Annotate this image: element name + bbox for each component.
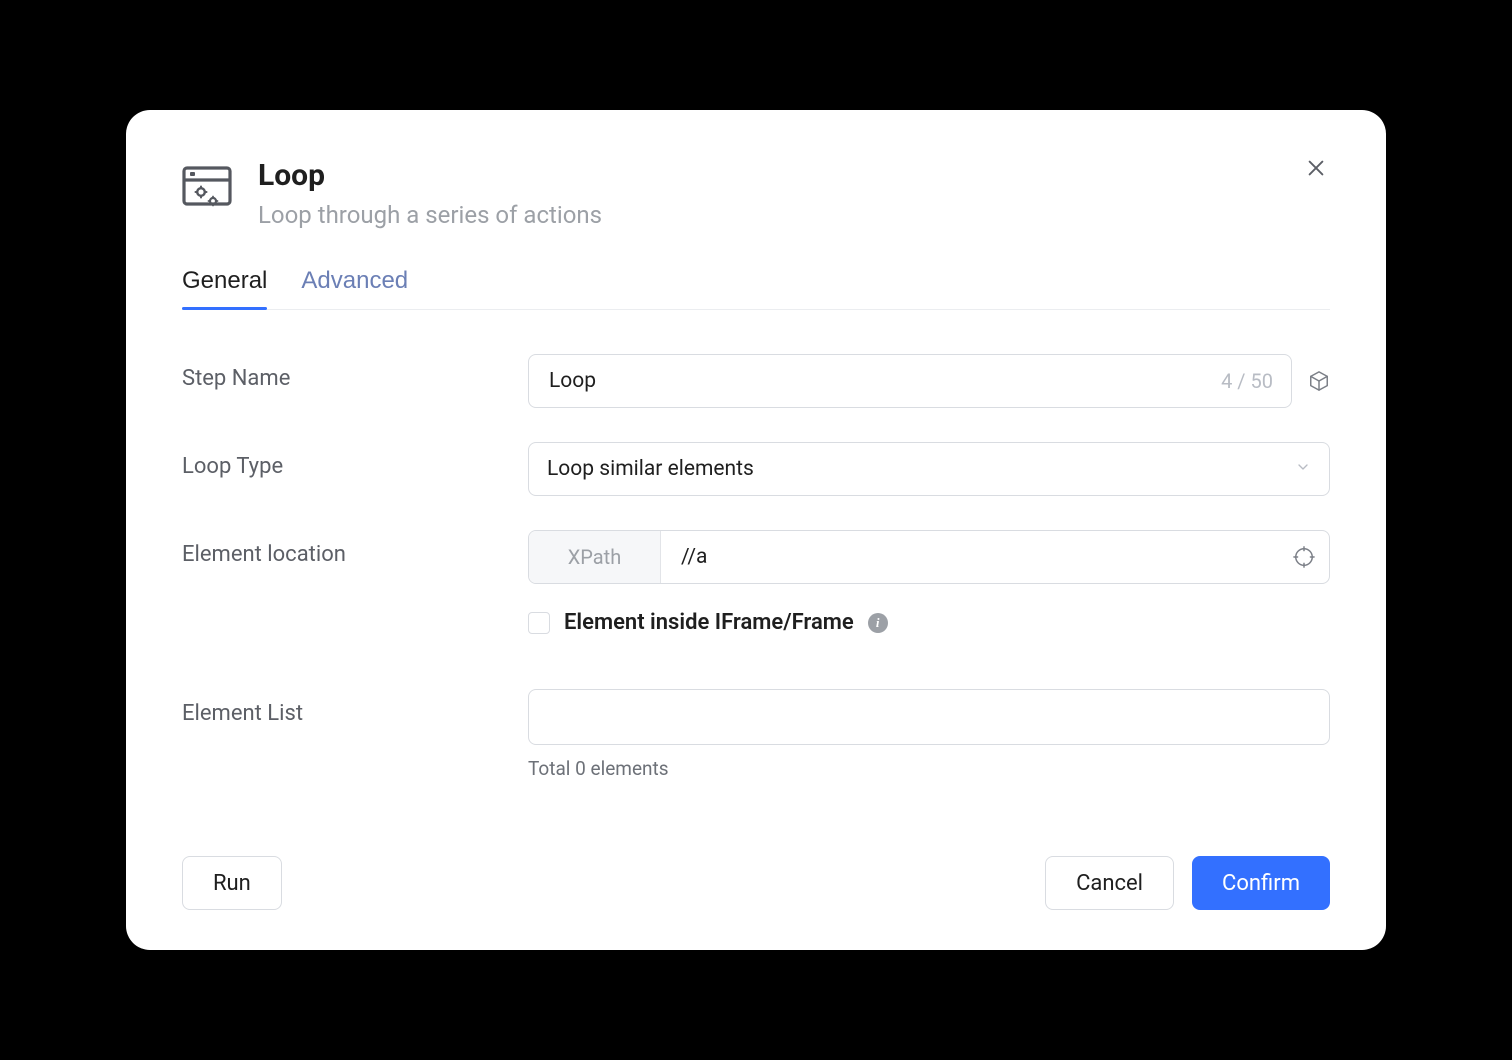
tab-advanced[interactable]: Advanced <box>301 267 408 309</box>
chevron-down-icon <box>1295 457 1311 481</box>
step-name-input-wrap: 4 / 50 <box>528 354 1292 408</box>
row-element-list: Element List <box>182 689 1330 745</box>
step-name-input[interactable] <box>547 368 1211 394</box>
row-step-name: Step Name 4 / 50 <box>182 354 1330 408</box>
iframe-checkbox-label: Element inside IFrame/Frame <box>564 610 854 635</box>
modal-header: Loop Loop through a series of actions <box>182 158 1330 231</box>
loop-modal: Loop Loop through a series of actions Ge… <box>126 110 1386 950</box>
element-list-helper: Total 0 elements <box>528 757 1330 780</box>
label-element-location: Element location <box>182 530 508 567</box>
label-loop-type: Loop Type <box>182 442 508 479</box>
element-list-input[interactable] <box>528 689 1330 745</box>
modal-subtitle: Loop through a series of actions <box>258 200 1330 231</box>
xpath-prefix[interactable]: XPath <box>529 531 661 583</box>
tab-general[interactable]: General <box>182 267 267 309</box>
row-element-location: Element location XPath <box>182 530 1330 584</box>
loop-type-select[interactable]: Loop similar elements <box>528 442 1330 496</box>
iframe-checkbox[interactable] <box>528 612 550 634</box>
modal-footer: Run Cancel Confirm <box>182 856 1330 910</box>
info-icon[interactable]: i <box>868 613 888 633</box>
tabs: General Advanced <box>182 267 1330 310</box>
loop-icon <box>182 164 232 212</box>
label-element-list: Element List <box>182 689 508 726</box>
element-location-input[interactable] <box>679 544 1283 570</box>
close-button[interactable] <box>1302 154 1330 182</box>
target-icon[interactable] <box>1293 546 1315 568</box>
close-icon <box>1305 157 1327 179</box>
step-name-char-count: 4 / 50 <box>1221 369 1273 393</box>
form-body: Step Name 4 / 50 Loop Type <box>182 354 1330 780</box>
cancel-button[interactable]: Cancel <box>1045 856 1174 910</box>
loop-type-value: Loop similar elements <box>547 457 754 481</box>
run-button[interactable]: Run <box>182 856 282 910</box>
confirm-button[interactable]: Confirm <box>1192 856 1330 910</box>
label-step-name: Step Name <box>182 354 508 391</box>
row-loop-type: Loop Type Loop similar elements <box>182 442 1330 496</box>
row-iframe-checkbox: Element inside IFrame/Frame i <box>528 610 1330 635</box>
element-location-wrap: XPath <box>528 530 1330 584</box>
modal-title: Loop <box>258 158 1330 194</box>
cube-icon[interactable] <box>1308 370 1330 392</box>
